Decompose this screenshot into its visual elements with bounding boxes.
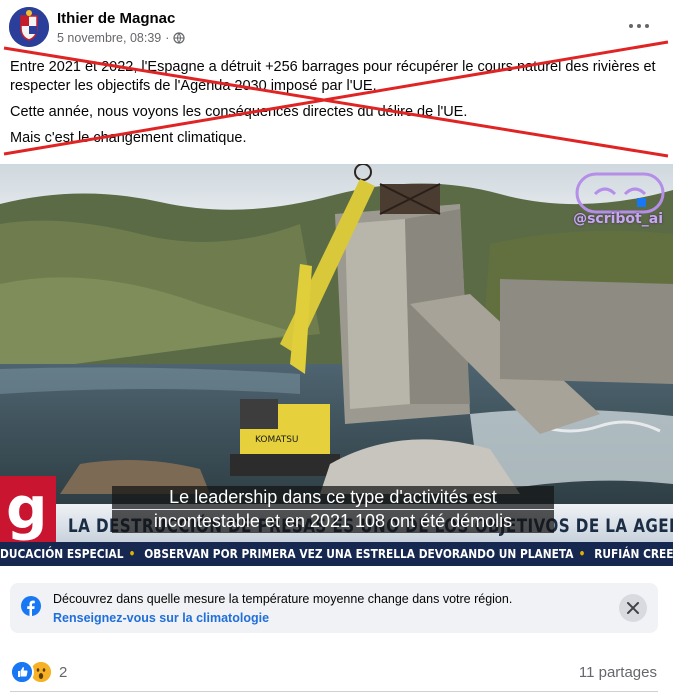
post-meta: 5 novembre, 08:39 ·: [57, 31, 186, 45]
avatar[interactable]: [9, 7, 49, 47]
more-options-button[interactable]: [621, 12, 657, 40]
ticker-separator-icon: •: [578, 546, 586, 561]
post-text: Entre 2021 et 2022, l'Espagne a détruit …: [10, 58, 660, 155]
dot-icon: [629, 24, 633, 28]
channel-logo: g: [0, 476, 56, 542]
ticker-separator-icon: •: [128, 546, 136, 561]
close-button[interactable]: [619, 594, 647, 622]
divider: [10, 691, 658, 692]
subtitle-line: Le leadership dans ce type d'activités e…: [112, 486, 554, 509]
subtitle-line: incontestable et en 2021 108 ont été dém…: [112, 510, 554, 533]
reaction-count: 2: [59, 663, 68, 681]
post-date[interactable]: 5 novembre, 08:39: [57, 31, 161, 45]
post-paragraph: Cette année, nous voyons les conséquence…: [10, 104, 468, 120]
shares-count[interactable]: 11 partages: [579, 664, 657, 681]
meta-separator: ·: [165, 31, 170, 45]
watermark-handle: @scribot_ai: [573, 211, 663, 227]
climate-info-card: Découvrez dans quelle mesure la températ…: [10, 583, 658, 633]
post-paragraph: Mais c'est le changement climatique.: [10, 130, 247, 146]
ticker-item: RUFIÁN CREE QUE SE A: [594, 546, 673, 561]
facebook-icon: [21, 596, 41, 616]
post-paragraph: Entre 2021 et 2022, l'Espagne a détruit …: [10, 59, 656, 94]
excavator-brand: KOMATSU: [255, 435, 299, 445]
post-header: Ithier de Magnac 5 novembre, 08:39 ·: [0, 0, 673, 56]
dot-icon: [645, 24, 649, 28]
like-reaction-icon: [10, 660, 34, 684]
ticker-item: DUCACIÓN ESPECIAL: [0, 546, 124, 561]
close-icon: [627, 602, 639, 614]
author-name[interactable]: Ithier de Magnac: [57, 10, 175, 27]
channel-logo-letter: g: [6, 474, 48, 542]
dot-icon: [637, 24, 641, 28]
ticker-item: OBSERVAN POR PRIMERA VEZ UNA ESTRELLA DE…: [144, 546, 574, 561]
reactions-summary[interactable]: 2: [10, 660, 67, 684]
video-frame[interactable]: KOMATSU @scribot_ai LA DESTRUCCIÓN DE PR…: [0, 164, 673, 566]
climatology-link[interactable]: Renseignez-vous sur la climatologie: [53, 611, 269, 625]
info-card-title: Découvrez dans quelle mesure la températ…: [53, 592, 513, 606]
globe-icon: [173, 32, 186, 44]
news-ticker: DUCACIÓN ESPECIAL • OBSERVAN POR PRIMERA …: [0, 542, 673, 566]
